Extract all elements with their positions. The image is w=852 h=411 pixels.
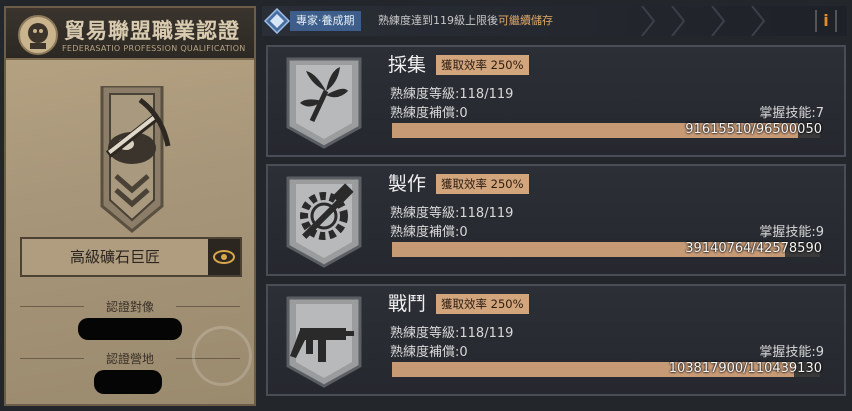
progress-text: 103817900/110439130 bbox=[668, 361, 822, 376]
mastery-text: 掌握技能:9 bbox=[759, 225, 824, 240]
efficiency-badge: 獲取效率 250% bbox=[436, 174, 529, 194]
skill-name: 戰鬥 bbox=[388, 293, 427, 315]
progress-bar: 39140764/42578590 bbox=[392, 241, 822, 257]
info-button[interactable]: i bbox=[815, 10, 837, 32]
mastery-text: 掌握技能:7 bbox=[759, 106, 824, 121]
skill-name: 製作 bbox=[388, 173, 427, 195]
diamond-icon bbox=[264, 8, 290, 34]
progress-bar: 103817900/110439130 bbox=[392, 361, 822, 377]
redacted-base bbox=[94, 370, 162, 394]
skill-card-combat[interactable]: 戰鬥 獲取效率 250% 熟練度等級:118/119 熟練度補償:0 掌握技能:… bbox=[266, 284, 846, 396]
topbar-message-text: 熟練度達到119級上限後 bbox=[378, 14, 498, 27]
skill-name: 採集 bbox=[388, 54, 427, 76]
pickaxe-emblem-icon bbox=[100, 86, 171, 233]
target-label: 認證對像 bbox=[105, 300, 154, 314]
top-bar: 專家·養成期 熟練度達到119級上限後可繼續儲存 i bbox=[262, 6, 847, 36]
progress-text: 39140764/42578590 bbox=[685, 241, 822, 256]
certificate-panel: 貿易聯盟職業認證 FEDERASATIO PROFESSION QUALIFIC… bbox=[4, 6, 256, 406]
skill-card-gathering[interactable]: 採集 獲取效率 250% 熟練度等級:118/119 熟練度補償:0 掌握技能:… bbox=[266, 45, 846, 157]
gun-icon bbox=[286, 296, 362, 388]
rank-label: 高級礦石巨匠 bbox=[69, 248, 160, 266]
rank-bar: 高級礦石巨匠 bbox=[20, 237, 242, 277]
plant-icon bbox=[286, 57, 362, 149]
certificate-title: 貿易聯盟職業認證 bbox=[64, 19, 240, 43]
progress-bar: 91615510/96500050 bbox=[392, 122, 822, 138]
skill-card-crafting[interactable]: 製作 獲取效率 250% 熟練度等級:118/119 熟練度補償:0 掌握技能:… bbox=[266, 164, 846, 276]
level-text: 熟練度等級:118/119 bbox=[390, 206, 514, 221]
level-text: 熟練度等級:118/119 bbox=[390, 326, 514, 341]
stamp-icon bbox=[192, 326, 252, 386]
compensation-text: 熟練度補償:0 bbox=[390, 106, 468, 121]
gear-hammer-icon bbox=[286, 176, 362, 268]
compensation-text: 熟練度補償:0 bbox=[390, 225, 468, 240]
efficiency-badge: 獲取效率 250% bbox=[436, 294, 529, 314]
certificate-subtitle: FEDERASATIO PROFESSION QUALIFICATION bbox=[62, 44, 246, 53]
level-text: 熟練度等級:118/119 bbox=[390, 87, 514, 102]
eye-icon[interactable] bbox=[208, 239, 240, 275]
mastery-text: 掌握技能:9 bbox=[759, 345, 824, 360]
stage-tag: 專家·養成期 bbox=[290, 11, 361, 31]
chevron-decor-icon bbox=[641, 6, 766, 36]
redacted-name bbox=[78, 318, 182, 340]
compensation-text: 熟練度補償:0 bbox=[390, 345, 468, 360]
efficiency-badge: 獲取效率 250% bbox=[436, 55, 529, 75]
federation-logo-icon bbox=[18, 15, 58, 55]
certificate-header: 貿易聯盟職業認證 FEDERASATIO PROFESSION QUALIFIC… bbox=[6, 8, 254, 60]
progress-text: 91615510/96500050 bbox=[685, 122, 822, 137]
